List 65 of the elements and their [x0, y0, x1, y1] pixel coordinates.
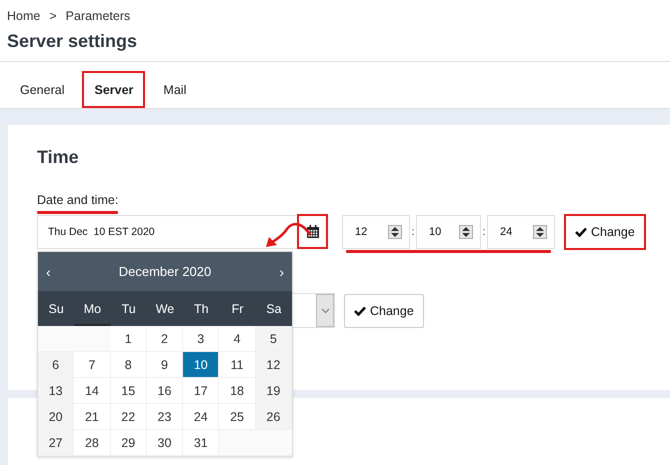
weekday-header: Fr	[230, 300, 244, 318]
next-month-button[interactable]: ›	[277, 264, 286, 280]
weekday-header: We	[154, 300, 176, 318]
day-cell[interactable]: 21	[74, 404, 111, 430]
section-title: Time	[37, 147, 80, 168]
field-label: Date and time:	[37, 193, 118, 207]
number-spinner[interactable]: 24	[487, 215, 555, 249]
day-cell[interactable]: 26	[256, 404, 292, 430]
weekday-header: Su	[47, 300, 65, 318]
date-field[interactable]: Thu Dec 10 EST 2020	[37, 215, 297, 249]
weekday-header: Tu	[120, 300, 137, 318]
day-cell[interactable]: 25	[219, 404, 256, 430]
day-cell[interactable]: 31	[183, 430, 220, 456]
breadcrumb-separator: >	[49, 9, 57, 23]
day-cell[interactable]: 2	[146, 326, 184, 352]
day-cell[interactable]: 19	[256, 378, 292, 404]
day-cell[interactable]: 7	[74, 352, 111, 378]
day-cell[interactable]: 18	[219, 378, 256, 404]
day-cell[interactable]: 28	[74, 430, 111, 456]
day-cell[interactable]: 27	[38, 430, 74, 456]
check-icon	[575, 227, 587, 237]
check-icon	[354, 306, 366, 316]
weekday-header: Mo	[74, 291, 111, 326]
dropdown-field[interactable]	[290, 293, 335, 328]
day-cell[interactable]: 23	[146, 404, 184, 430]
day-cell[interactable]: 12	[256, 352, 292, 378]
breadcrumb-link[interactable]: Home	[7, 9, 40, 23]
tab[interactable]: Server	[82, 71, 146, 108]
breadcrumb-link[interactable]: Parameters	[66, 9, 130, 23]
tab[interactable]: Mail	[151, 71, 198, 108]
day-cell[interactable]: 22	[110, 404, 147, 430]
number-spinner[interactable]: 10	[416, 215, 481, 249]
day-cell[interactable]: 29	[110, 430, 147, 456]
day-cell[interactable]: 24	[183, 404, 220, 430]
spinner-arrows-icon[interactable]	[533, 225, 547, 239]
day-cell[interactable]: 1	[110, 326, 147, 352]
weekday-header: Sa	[265, 300, 282, 318]
day-cell[interactable]: 8	[110, 352, 147, 378]
day-cell[interactable]: 16	[146, 378, 184, 404]
day-cell[interactable]: 15	[110, 378, 147, 404]
day-cell[interactable]: 4	[219, 326, 256, 352]
spinner-arrows-icon[interactable]	[388, 225, 402, 239]
number-spinner[interactable]: 12	[342, 215, 410, 249]
day-cell[interactable]: 6	[38, 352, 74, 378]
change-button[interactable]: Change	[344, 294, 424, 328]
previous-month-button[interactable]: ‹	[44, 264, 53, 280]
month-title: December 2020	[118, 264, 212, 279]
day-cell[interactable]: 14	[74, 378, 111, 404]
weekday-header: Th	[192, 300, 210, 318]
day-cell[interactable]: 20	[38, 404, 74, 430]
day-cell[interactable]: 9	[146, 352, 184, 378]
day-cell[interactable]: 11	[219, 352, 256, 378]
day-cell[interactable]: 13	[38, 378, 74, 404]
calendar-button[interactable]	[297, 214, 328, 249]
change-button[interactable]: Change	[564, 214, 646, 250]
day-cell[interactable]: 3	[183, 326, 220, 352]
day-cell[interactable]: 30	[146, 430, 184, 456]
day-cell[interactable]: 17	[183, 378, 220, 404]
day-cell[interactable]: 10	[183, 352, 220, 378]
tab[interactable]: General	[8, 71, 76, 108]
day-cell[interactable]: 5	[256, 326, 292, 352]
time-separator: :	[410, 226, 416, 238]
spinner-arrows-icon[interactable]	[459, 225, 473, 239]
time-separator: :	[481, 226, 487, 238]
page-title: Server settings	[7, 31, 138, 52]
